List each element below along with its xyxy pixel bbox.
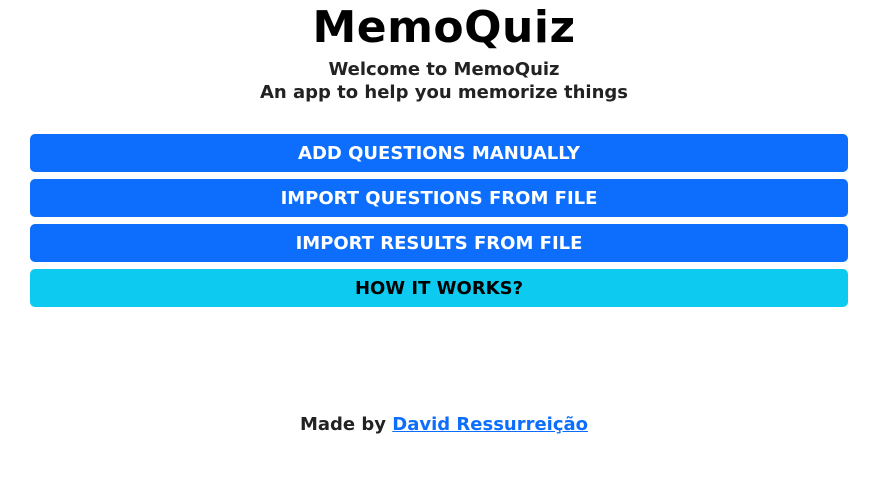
how-it-works-button[interactable]: HOW IT WORKS? (30, 269, 848, 307)
add-questions-manually-button[interactable]: ADD QUESTIONS MANUALLY (30, 134, 848, 172)
header: MemoQuiz Welcome to MemoQuiz An app to h… (0, 0, 888, 104)
footer: Made by David Ressurreição (0, 414, 888, 435)
author-link[interactable]: David Ressurreição (392, 414, 588, 435)
import-questions-from-file-button[interactable]: IMPORT QUESTIONS FROM FILE (30, 179, 848, 217)
made-by-text: Made by (299, 414, 393, 435)
tagline-text: An app to help you memorize things (259, 82, 629, 103)
welcome-text: Welcome to MemoQuiz (328, 59, 560, 80)
action-buttons: ADD QUESTIONS MANUALLY IMPORT QUESTIONS … (30, 134, 848, 314)
page: MemoQuiz Welcome to MemoQuiz An app to h… (0, 0, 888, 493)
import-results-from-file-button[interactable]: IMPORT RESULTS FROM FILE (30, 224, 848, 262)
app-title: MemoQuiz (312, 2, 576, 53)
